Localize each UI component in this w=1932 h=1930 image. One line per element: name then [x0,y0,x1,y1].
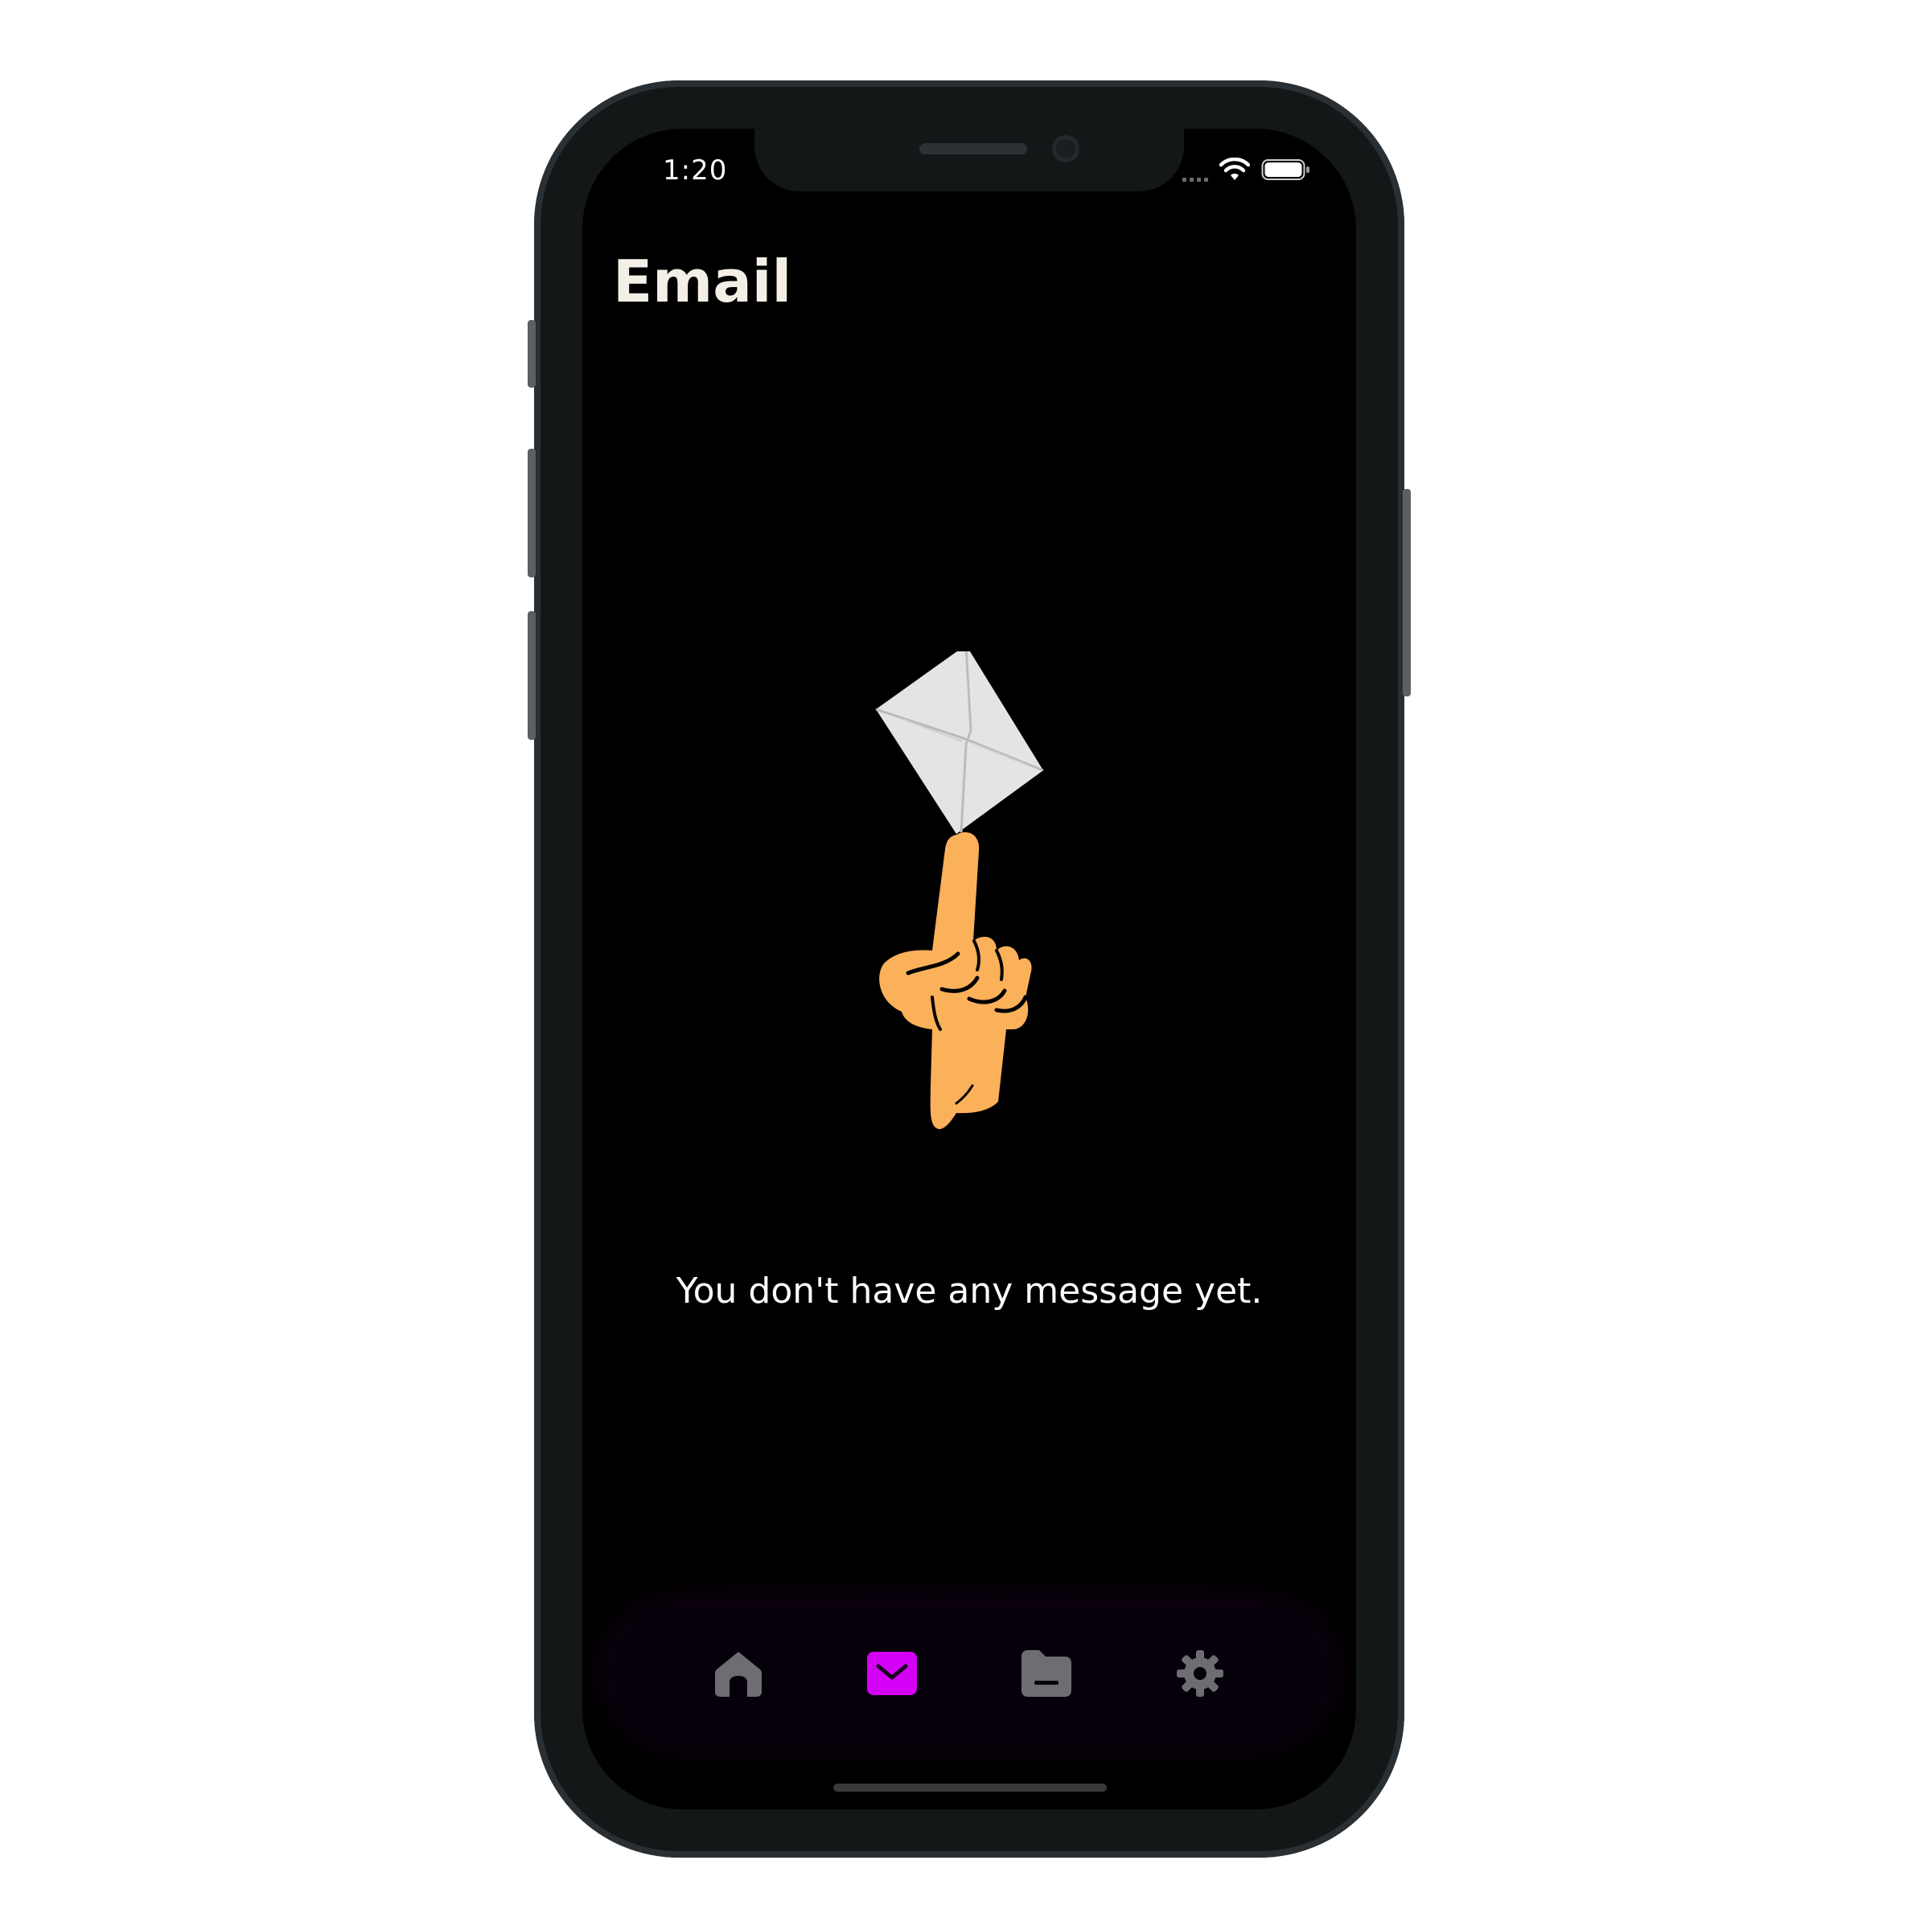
home-indicator[interactable] [833,1784,1107,1792]
wifi-icon [1219,158,1250,180]
gear-icon [1177,1650,1224,1697]
front-camera [1052,135,1079,162]
tab-settings[interactable] [1164,1637,1236,1710]
home-icon [714,1652,762,1697]
tab-mail[interactable] [856,1637,928,1710]
folder-icon [1021,1650,1071,1697]
tab-bar [613,1607,1326,1740]
notch [754,129,1184,191]
battery-icon [1261,159,1309,180]
volume-down-button [528,611,536,740]
volume-up-button [528,449,536,577]
tab-files[interactable] [1010,1637,1083,1710]
tab-home[interactable] [702,1637,775,1710]
speaker-grille [919,143,1027,154]
power-button [1403,489,1411,696]
empty-inbox-illustration [875,651,1044,1130]
empty-state-message: You don't have any message yet. [676,1271,1263,1312]
silent-switch [528,320,536,388]
cellular-signal-icon [1182,158,1208,182]
mail-icon [867,1652,918,1695]
pointing-hand-icon [879,832,1032,1130]
page-title: Email [613,248,792,315]
status-indicators [1182,158,1311,182]
envelope-icon [875,651,1044,834]
screen: 1:20 Email You don't have any message ye… [582,129,1356,1809]
status-time: 1:20 [663,154,728,187]
phone-frame: 1:20 Email You don't have any message ye… [528,80,1411,1858]
